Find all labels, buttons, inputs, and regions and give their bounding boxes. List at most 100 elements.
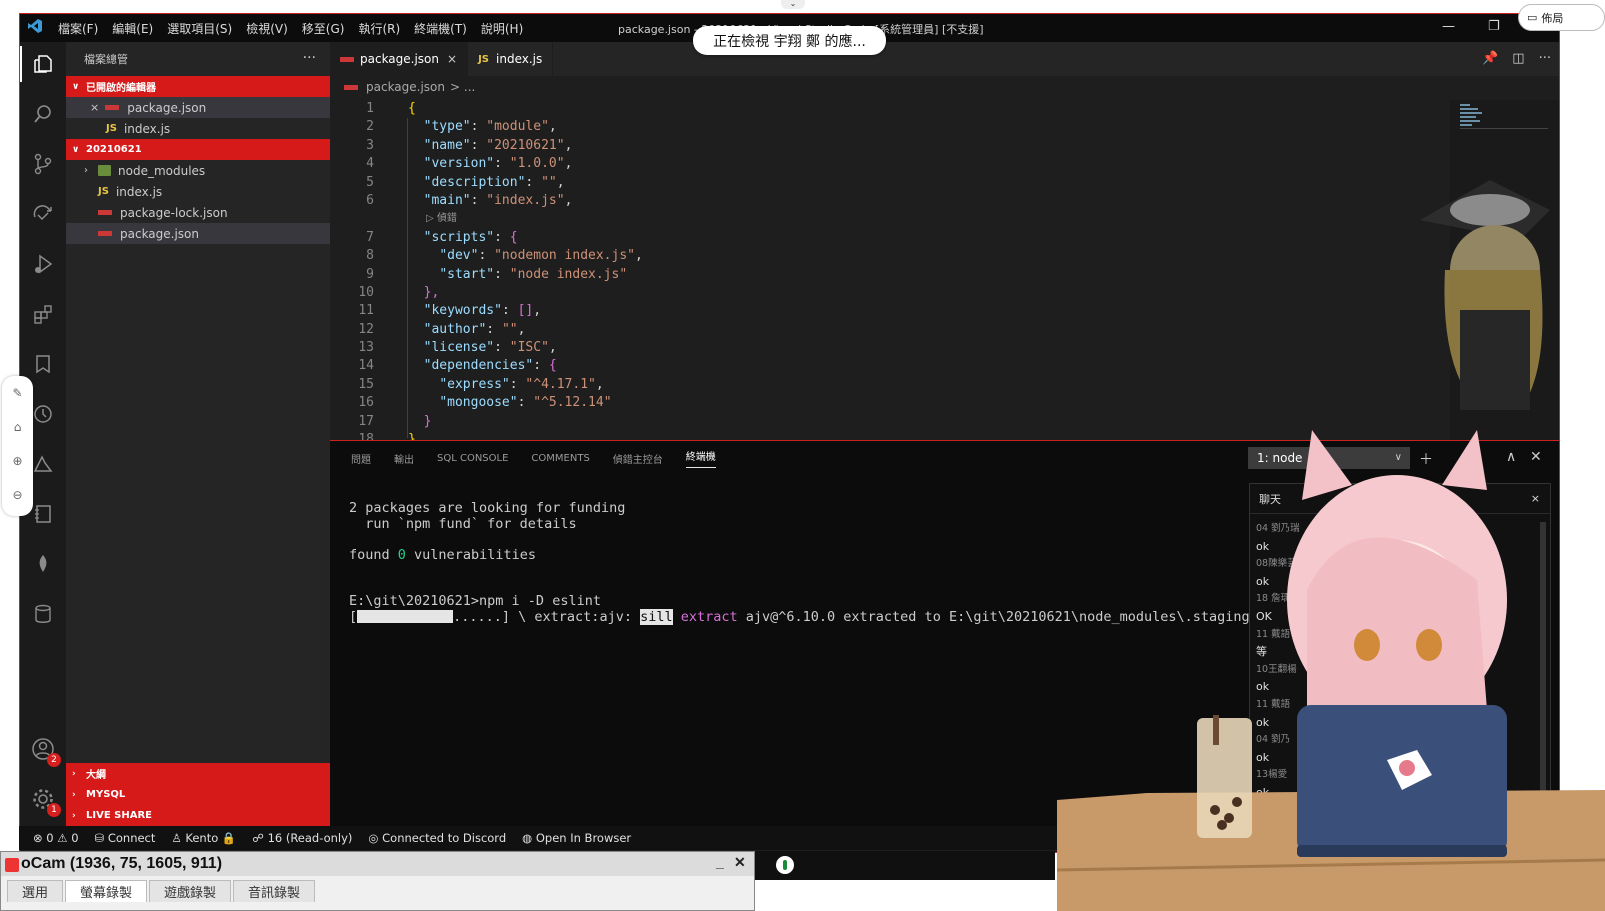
tab-audio-record[interactable]: 音訊錄製 [233, 880, 316, 902]
menu-view[interactable]: 檢視(V) [246, 20, 288, 37]
terminal-text: extract [672, 608, 738, 625]
remote-explorer-icon[interactable] [29, 200, 57, 228]
chat-scrollbar[interactable] [1540, 522, 1546, 792]
pen-icon[interactable]: ✎ [2, 376, 33, 410]
menu-terminal[interactable]: 終端機(T) [414, 20, 467, 37]
json-key: "express" [439, 376, 510, 392]
mongodb-icon[interactable] [29, 550, 57, 578]
json-string: "index.js" [486, 192, 565, 208]
close-button[interactable]: ✕ [734, 854, 746, 871]
explorer-icon[interactable] [20, 46, 57, 82]
tree-item-package-lock-json[interactable]: package-lock.json [66, 202, 330, 223]
code-text: "author": "", [408, 321, 526, 339]
tab-debug-console[interactable]: 偵錯主控台 [613, 451, 663, 466]
close-icon[interactable]: × [447, 52, 457, 66]
zoom-in-icon[interactable]: ⊕ [2, 444, 33, 478]
close-panel-icon[interactable]: ✕ [1530, 449, 1542, 465]
source-control-icon[interactable] [29, 150, 57, 178]
terminal-output[interactable]: 2 packages are looking for funding run `… [349, 500, 1258, 625]
punct: , [556, 174, 565, 190]
sidebar-title: 檔案總管 [84, 53, 128, 66]
open-editor-item-package-json[interactable]: × package.json [66, 97, 330, 118]
tab-comments[interactable]: COMMENTS [531, 453, 589, 464]
menu-edit[interactable]: 編輯(E) [112, 20, 153, 37]
bracket: { [509, 229, 518, 245]
eraser-icon[interactable]: ⌂ [2, 410, 33, 444]
tab-options[interactable]: 選用 [7, 880, 64, 902]
app-taskbar-icon[interactable] [776, 856, 794, 874]
bookmarks-icon[interactable] [29, 350, 57, 378]
settings-gear-icon[interactable]: 1 [29, 785, 61, 817]
code-editor[interactable]: 1{2 "type": "module", 3 "name": "20210621… [330, 100, 1450, 454]
readonly-status[interactable]: ☍ 16 (Read-only) [252, 831, 352, 845]
layout-pill[interactable]: ▭ 佈局 [1518, 4, 1605, 31]
azure-icon[interactable] [29, 450, 57, 478]
tab-problems[interactable]: 問題 [351, 451, 371, 466]
code-text: "keywords": [], [408, 302, 541, 320]
search-icon[interactable] [29, 100, 57, 128]
minimize-button[interactable]: — [1442, 19, 1455, 34]
restore-button[interactable]: ❐ [1488, 19, 1500, 34]
open-editors-header[interactable]: ∨ 已開啟的編輯器 [66, 76, 330, 97]
problems-status[interactable]: ⊗ 0 ⚠ 0 [33, 831, 79, 845]
open-editor-item-index-js[interactable]: JS index.js [66, 118, 330, 139]
top-collapse-handle[interactable]: ⌄ [781, 0, 805, 9]
debug-code-lens[interactable]: ▷ 偵錯 [426, 210, 457, 228]
tree-item-package-json[interactable]: package.json [66, 223, 330, 244]
breadcrumb-file[interactable]: package.json [366, 80, 445, 94]
terminal-select[interactable]: 1: node ∨ [1248, 447, 1410, 469]
discord-status[interactable]: ◎ Connected to Discord [368, 831, 506, 845]
json-key: "scripts" [423, 229, 495, 245]
mysql-label: MYSQL [86, 789, 126, 800]
json-key: "dependencies" [423, 358, 534, 374]
bracket: }, [423, 284, 440, 300]
line-number: 3 [366, 137, 374, 153]
tab-screen-record[interactable]: 螢幕錄製 [65, 880, 148, 902]
timeline-icon[interactable] [29, 400, 57, 428]
open-browser-status[interactable]: ◍ Open In Browser [522, 831, 631, 845]
line-number: 4 [366, 156, 374, 172]
tab-package-json[interactable]: package.json × [330, 42, 469, 76]
extensions-icon[interactable] [29, 300, 57, 328]
line-number: 5 [366, 174, 374, 190]
folder-header[interactable]: ∨ 20210621 [66, 139, 330, 160]
close-icon[interactable]: × [90, 101, 99, 114]
more-actions-icon[interactable]: ··· [303, 50, 316, 66]
live-share-section[interactable]: › LIVE SHARE [66, 805, 330, 826]
cursor-position[interactable]: 第 18 [1072, 831, 1102, 847]
tab-game-record[interactable]: 遊戲錄製 [149, 880, 232, 902]
recorder-tabs: 選用 螢幕錄製 遊戲錄製 音訊錄製 [1, 880, 754, 902]
tree-item-node-modules[interactable]: › node_modules [66, 160, 330, 181]
breadcrumb-rest[interactable]: > ... [450, 80, 475, 94]
minimize-button[interactable]: _ [716, 854, 724, 870]
split-editor-icon[interactable]: ◫ [1512, 51, 1524, 66]
tree-item-index-js[interactable]: JS index.js [66, 181, 330, 202]
database-icon: ⛁ [94, 831, 108, 845]
run-debug-icon[interactable] [29, 250, 57, 278]
punct: : [494, 156, 510, 172]
tab-terminal[interactable]: 終端機 [685, 448, 716, 468]
tab-output[interactable]: 輸出 [394, 451, 414, 466]
json-key: "author" [423, 321, 487, 337]
tab-sql-console[interactable]: SQL CONSOLE [437, 453, 508, 464]
new-terminal-icon[interactable]: ＋ [1419, 449, 1433, 469]
zoom-out-icon[interactable]: ⊖ [2, 478, 33, 512]
mysql-section[interactable]: › MYSQL [66, 784, 330, 805]
maximize-panel-icon[interactable]: ∧ [1506, 449, 1516, 465]
notebook-icon[interactable] [29, 500, 57, 528]
menu-file[interactable]: 檔案(F) [58, 20, 98, 37]
outline-section[interactable]: › 大綱 [66, 763, 330, 784]
connect-status[interactable]: ⛁ Connect [95, 831, 156, 845]
menu-help[interactable]: 說明(H) [481, 20, 523, 37]
menu-go[interactable]: 移至(G) [302, 20, 345, 37]
more-actions-icon[interactable]: ··· [1539, 51, 1551, 66]
live-share-user[interactable]: ♙ Kento 🔒 [171, 831, 236, 845]
menu-run[interactable]: 執行(R) [358, 20, 400, 37]
accounts-icon[interactable]: 2 [29, 735, 61, 767]
pin-icon[interactable]: 📌 [1482, 51, 1498, 66]
database-icon[interactable] [29, 600, 57, 628]
tab-index-js[interactable]: JS index.js [468, 42, 554, 76]
readonly-label: 16 (Read-only) [267, 831, 353, 845]
chat-close-icon[interactable]: × [1531, 492, 1540, 505]
menu-selection[interactable]: 選取項目(S) [167, 20, 232, 37]
